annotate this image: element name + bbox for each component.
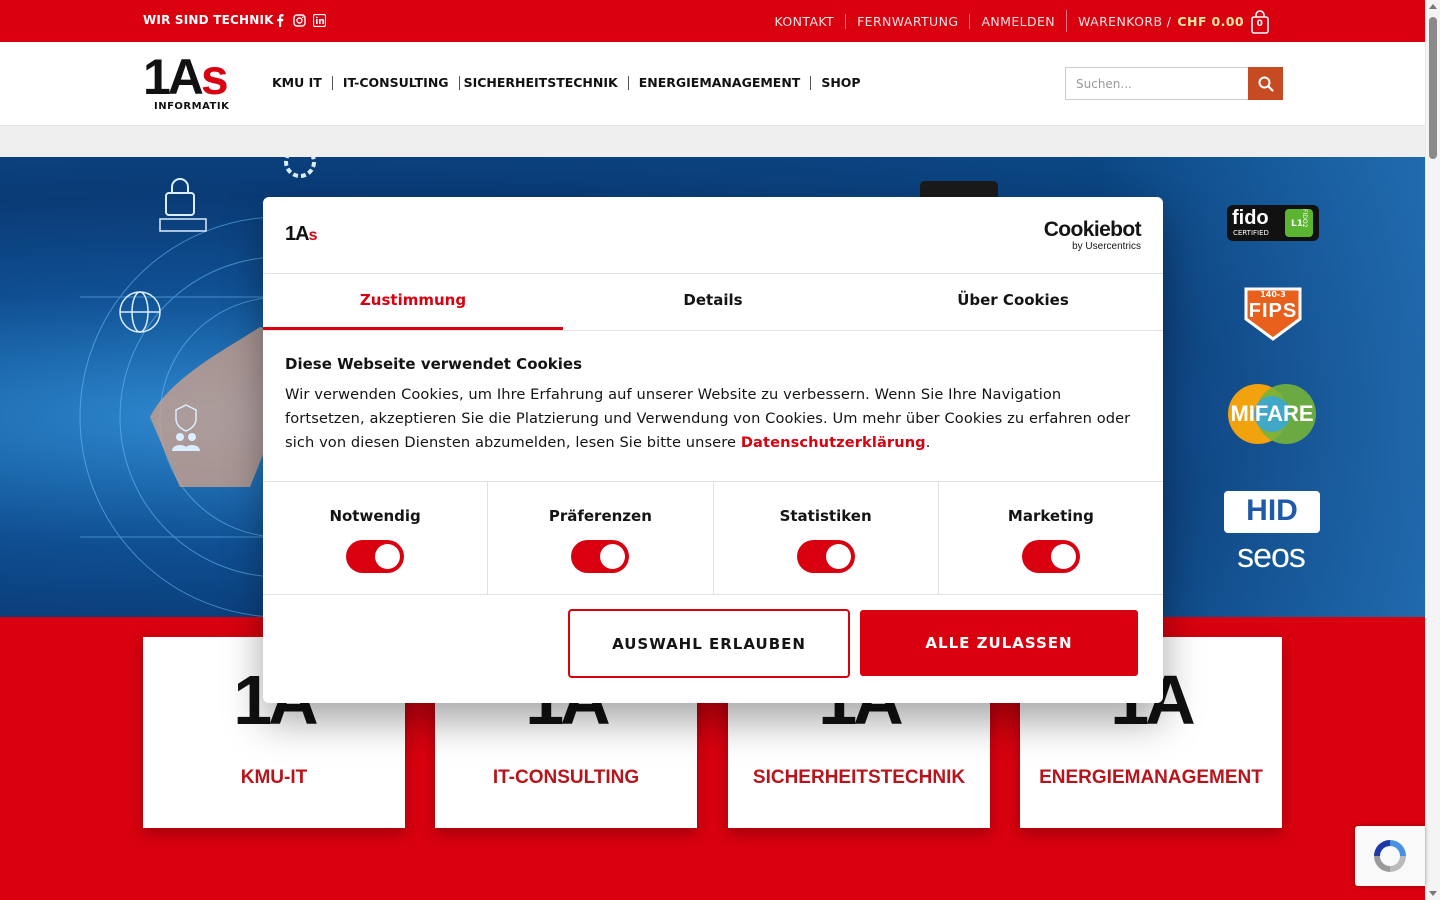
nav-it-consulting[interactable]: IT-CONSULTING [331, 76, 459, 90]
site-logo[interactable]: 1As INFORMATIK [143, 49, 238, 116]
lock-icon [159, 178, 207, 232]
card-label: SICHERHEITSTECHNIK [752, 767, 966, 788]
dialog-logo: 1As [285, 223, 317, 245]
tab-ueber-cookies[interactable]: Über Cookies [863, 274, 1163, 330]
card-label: IT-CONSULTING [492, 767, 640, 788]
mifare-badge: MIFARE [1222, 381, 1322, 447]
page-scrollbar[interactable] [1425, 0, 1440, 900]
cart-label: WARENKORB / [1078, 13, 1172, 29]
scroll-down-arrow-icon[interactable] [1429, 891, 1437, 896]
dialog-header: 1As Cookiebot by Usercentrics [263, 197, 1163, 274]
recaptcha-badge[interactable] [1355, 826, 1425, 886]
dialog-heading: Diese Webseite verwendet Cookies [285, 355, 583, 373]
search-input[interactable] [1065, 67, 1248, 100]
card-label: KMU-IT [240, 767, 308, 788]
instagram-icon[interactable] [292, 13, 306, 27]
category-label: Marketing [1007, 507, 1094, 525]
top-bar: WIR SIND TECHNIK KONTAKT FERNWARTUNG ANM… [0, 0, 1425, 42]
facebook-icon[interactable] [273, 13, 287, 27]
cookiebot-logo[interactable]: Cookiebot by Usercentrics [1044, 219, 1142, 253]
main-nav: KMU IT IT-CONSULTING SICHERHEITSTECHNIK … [272, 76, 871, 90]
category-label: Präferenzen [548, 507, 652, 525]
privacy-policy-link[interactable]: Datenschutzerklärung [741, 434, 926, 451]
allow-selection-button[interactable]: AUSWAHL ERLAUBEN [568, 609, 850, 678]
top-nav: KONTAKT FERNWARTUNG ANMELDEN WARENKORB /… [763, 10, 1281, 34]
nav-shop[interactable]: SHOP [810, 76, 870, 90]
site-header: 1As INFORMATIK KMU IT IT-CONSULTING SICH… [0, 42, 1425, 126]
toggle-marketing[interactable] [1021, 540, 1080, 573]
tagline: WIR SIND TECHNIK [143, 13, 274, 27]
tab-zustimmung[interactable]: Zustimmung [263, 274, 563, 330]
linkedin-icon[interactable] [312, 13, 326, 27]
dialog-tabs: Zustimmung Details Über Cookies [263, 274, 1163, 331]
toggle-praeferenzen[interactable] [571, 540, 630, 573]
fido-badge: fido CERTIFIED L1 FIDO2 [1227, 205, 1319, 241]
fips-badge: 140-3 FIPS [1238, 285, 1308, 341]
nav-energiemanagement[interactable]: ENERGIEMANAGEMENT [627, 76, 811, 90]
dialog-text: Wir verwenden Cookies, um Ihre Erfahrung… [285, 386, 1131, 451]
globe-icon [119, 291, 161, 333]
hid-badge: HID [1224, 491, 1320, 533]
logo-mark: 1As [143, 49, 229, 105]
gear-icon [284, 157, 316, 178]
search-button[interactable] [1248, 67, 1283, 100]
dialog-actions: AUSWAHL ERLAUBEN ALLE ZULASSEN [263, 595, 1163, 703]
cart-icon[interactable]: 0 [1250, 10, 1270, 34]
scrollbar-thumb[interactable] [1429, 17, 1437, 159]
dialog-body: Diese Webseite verwendet Cookies Wir ver… [285, 355, 1141, 455]
breadcrumb-strip [0, 126, 1425, 157]
logo-subtitle: INFORMATIK [154, 101, 230, 112]
topnav-kontakt[interactable]: KONTAKT [763, 14, 845, 29]
category-praeferenzen: Präferenzen [487, 482, 712, 594]
category-marketing: Marketing [937, 482, 1163, 594]
category-statistiken: Statistiken [712, 482, 938, 594]
topnav-anmelden[interactable]: ANMELDEN [969, 13, 1066, 29]
cookie-consent-dialog: 1As Cookiebot by Usercentrics Zustimmung… [263, 197, 1163, 703]
recaptcha-icon [1374, 840, 1406, 872]
nav-kmu-it[interactable]: KMU IT [272, 76, 332, 90]
category-label: Statistiken [779, 507, 872, 525]
allow-all-button[interactable]: ALLE ZULASSEN [860, 610, 1138, 676]
card-label: ENERGIEMANAGEMENT [1039, 767, 1263, 788]
search-form [1065, 67, 1283, 100]
seos-badge: seos [1237, 537, 1306, 575]
scroll-up-arrow-icon[interactable] [1429, 4, 1437, 9]
consent-categories: Notwendig Präferenzen Statistiken Market… [263, 481, 1163, 595]
cart-link[interactable]: WARENKORB / CHF 0.00 0 [1066, 10, 1281, 34]
toggle-notwendig[interactable] [346, 540, 405, 573]
toggle-statistiken[interactable] [796, 540, 855, 573]
cart-price: CHF 0.00 [1177, 13, 1244, 29]
tab-details[interactable]: Details [563, 274, 863, 330]
cart-count: 0 [1256, 19, 1264, 29]
nav-sicherheitstechnik[interactable]: SICHERHEITSTECHNIK [458, 76, 628, 90]
category-notwendig: Notwendig [263, 482, 487, 594]
search-icon [1258, 76, 1274, 92]
topnav-fernwartung[interactable]: FERNWARTUNG [845, 13, 969, 29]
category-label: Notwendig [329, 507, 421, 525]
